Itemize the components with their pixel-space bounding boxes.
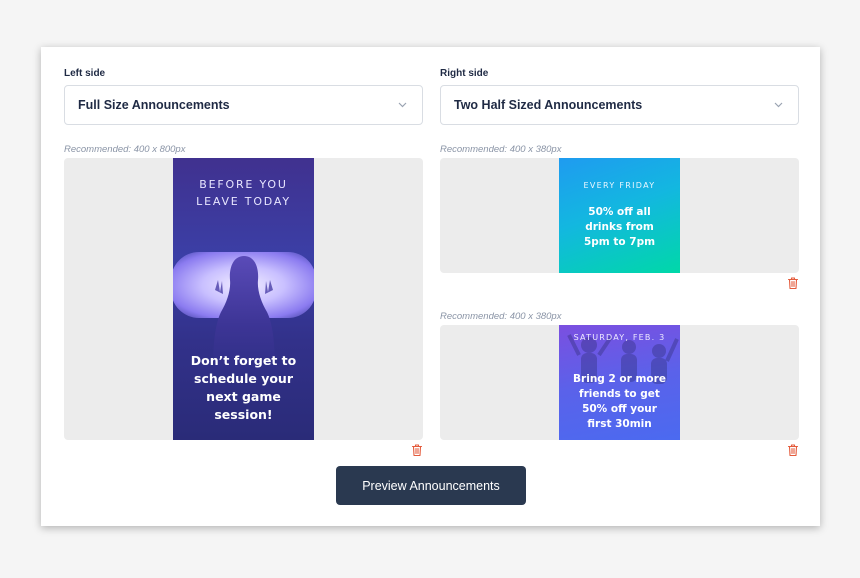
announcement-message: Don’t forget to schedule your next game … (190, 353, 297, 422)
trash-icon[interactable] (786, 276, 800, 290)
trash-icon[interactable] (410, 443, 424, 457)
announcement-settings-card: Left side Full Size Announcements Recomm… (41, 47, 820, 526)
half-size-announcement-image: EVERY FRIDAY 50% off all drinks from 5pm… (559, 158, 680, 273)
announcement-message: Bring 2 or more friends to get 50% off y… (573, 373, 666, 430)
right-side-label: Right side (440, 68, 489, 79)
left-side-select[interactable]: Full Size Announcements (64, 85, 423, 125)
chevron-down-icon (395, 98, 409, 112)
left-announcement-slot[interactable]: BEFORE YOU LEAVE TODAY Don’t forget to s… (64, 158, 423, 440)
right-side-select[interactable]: Two Half Sized Announcements (440, 85, 799, 125)
left-side-label: Left side (64, 68, 106, 79)
right-bottom-recommended-size: Recommended: 400 x 380px (440, 311, 562, 322)
announcement-kicker: BEFORE YOU LEAVE TODAY (196, 178, 291, 208)
announcement-kicker: EVERY FRIDAY (583, 181, 656, 190)
half-size-announcement-image: SATURDAY, FEB. 3 Bring 2 or more friends… (559, 325, 680, 440)
announcement-kicker: SATURDAY, FEB. 3 (573, 333, 666, 342)
full-size-announcement-image: BEFORE YOU LEAVE TODAY Don’t forget to s… (173, 158, 314, 440)
chevron-down-icon (771, 98, 785, 112)
left-recommended-size: Recommended: 400 x 800px (64, 144, 186, 155)
preview-announcements-button[interactable]: Preview Announcements (336, 466, 526, 505)
right-top-announcement-slot[interactable]: EVERY FRIDAY 50% off all drinks from 5pm… (440, 158, 799, 273)
right-top-recommended-size: Recommended: 400 x 380px (440, 144, 562, 155)
right-side-select-value: Two Half Sized Announcements (454, 98, 643, 112)
right-bottom-announcement-slot[interactable]: SATURDAY, FEB. 3 Bring 2 or more friends… (440, 325, 799, 440)
left-side-select-value: Full Size Announcements (78, 98, 230, 112)
announcement-message: 50% off all drinks from 5pm to 7pm (583, 206, 656, 248)
trash-icon[interactable] (786, 443, 800, 457)
